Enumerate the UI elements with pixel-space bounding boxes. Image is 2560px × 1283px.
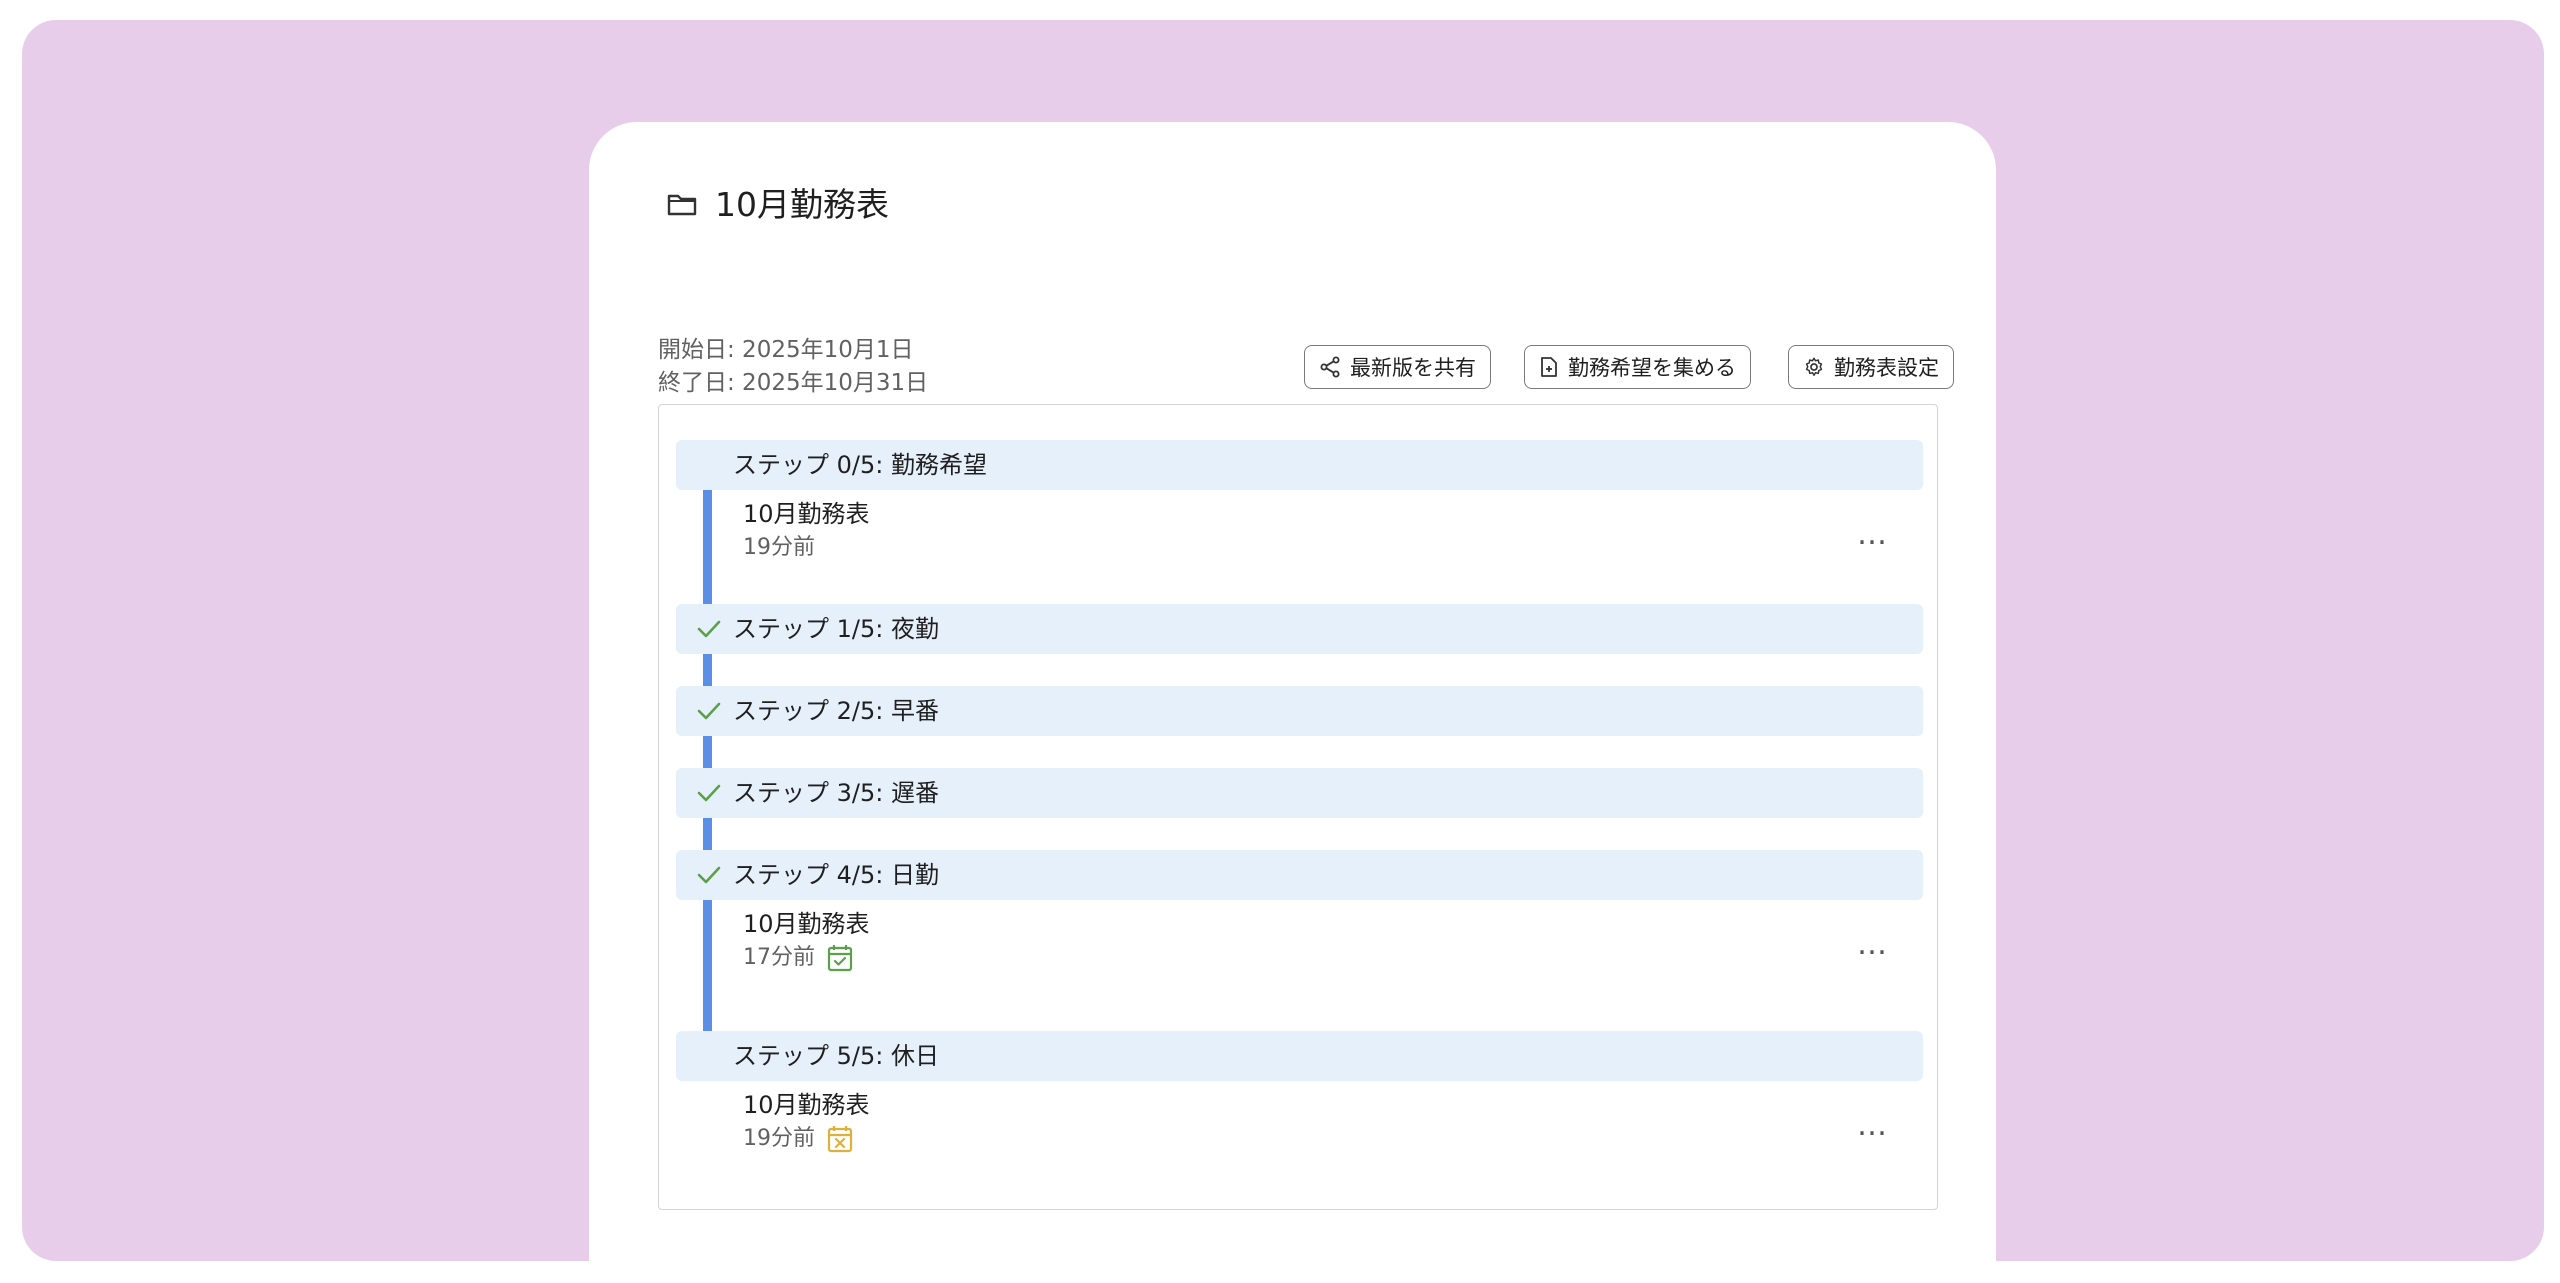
- check-icon: [697, 620, 721, 638]
- more-options-button[interactable]: …: [1857, 1111, 1888, 1141]
- start-date: 開始日: 2025年10月1日: [658, 337, 914, 363]
- item-name: 10月勤務表: [743, 500, 870, 528]
- list-item[interactable]: 10月勤務表 19分前: [743, 1088, 1943, 1156]
- step-4-header[interactable]: ステップ 4/5: 日勤: [676, 850, 1923, 900]
- step-label: ステップ 4/5: 日勤: [733, 861, 939, 889]
- date-range: 開始日: 2025年10月1日 終了日: 2025年10月31日: [658, 334, 928, 400]
- list-item[interactable]: 10月勤務表 17分前: [743, 907, 1943, 975]
- list-item[interactable]: 10月勤務表 19分前: [743, 497, 1943, 565]
- collect-requests-button[interactable]: 勤務希望を集める: [1524, 345, 1751, 389]
- steps-panel: ステップ 0/5: 勤務希望 10月勤務表 19分前 … ステップ 1/5: 夜…: [658, 404, 1938, 1210]
- schedule-settings-label: 勤務表設定: [1834, 356, 1939, 380]
- timeline-segment: [703, 900, 712, 1033]
- timeline-segment: [703, 736, 712, 769]
- check-icon: [697, 866, 721, 884]
- item-name: 10月勤務表: [743, 910, 870, 938]
- step-label: ステップ 0/5: 勤務希望: [733, 451, 987, 479]
- gear-icon: [1805, 357, 1823, 376]
- share-latest-label: 最新版を共有: [1350, 356, 1476, 380]
- step-1-header[interactable]: ステップ 1/5: 夜勤: [676, 604, 1923, 654]
- timeline-segment: [703, 490, 712, 604]
- step-3-header[interactable]: ステップ 3/5: 遅番: [676, 768, 1923, 818]
- share-latest-button[interactable]: 最新版を共有: [1304, 345, 1491, 389]
- schedule-settings-button[interactable]: 勤務表設定: [1788, 345, 1954, 389]
- item-time: 17分前: [743, 941, 1943, 975]
- step-label: ステップ 5/5: 休日: [733, 1042, 939, 1070]
- step-label: ステップ 1/5: 夜勤: [733, 615, 939, 643]
- more-options-button[interactable]: …: [1857, 520, 1888, 550]
- check-icon: [697, 702, 721, 720]
- calendar-check-icon: [827, 945, 853, 972]
- step-0-header[interactable]: ステップ 0/5: 勤務希望: [676, 440, 1923, 490]
- document-add-icon: [1541, 357, 1557, 377]
- calendar-x-icon: [827, 1126, 853, 1153]
- step-label: ステップ 2/5: 早番: [733, 697, 939, 725]
- step-5-header[interactable]: ステップ 5/5: 休日: [676, 1031, 1923, 1081]
- page-title: 10月勤務表: [715, 185, 889, 224]
- timeline-segment: [703, 818, 712, 851]
- timeline-segment: [703, 654, 712, 687]
- folder-icon: [667, 194, 697, 216]
- item-time: 19分前: [743, 1122, 1943, 1156]
- step-label: ステップ 3/5: 遅番: [733, 779, 939, 807]
- share-icon: [1320, 356, 1340, 378]
- end-date: 終了日: 2025年10月31日: [658, 370, 929, 396]
- check-icon: [697, 784, 721, 802]
- item-time: 19分前: [743, 535, 815, 560]
- collect-requests-label: 勤務希望を集める: [1568, 356, 1736, 380]
- step-2-header[interactable]: ステップ 2/5: 早番: [676, 686, 1923, 736]
- page-background: 10月勤務表 開始日: 2025年10月1日 終了日: 2025年10月31日 …: [22, 20, 2544, 1261]
- title-row: 10月勤務表: [667, 182, 889, 228]
- item-name: 10月勤務表: [743, 1091, 870, 1119]
- more-options-button[interactable]: …: [1857, 930, 1888, 960]
